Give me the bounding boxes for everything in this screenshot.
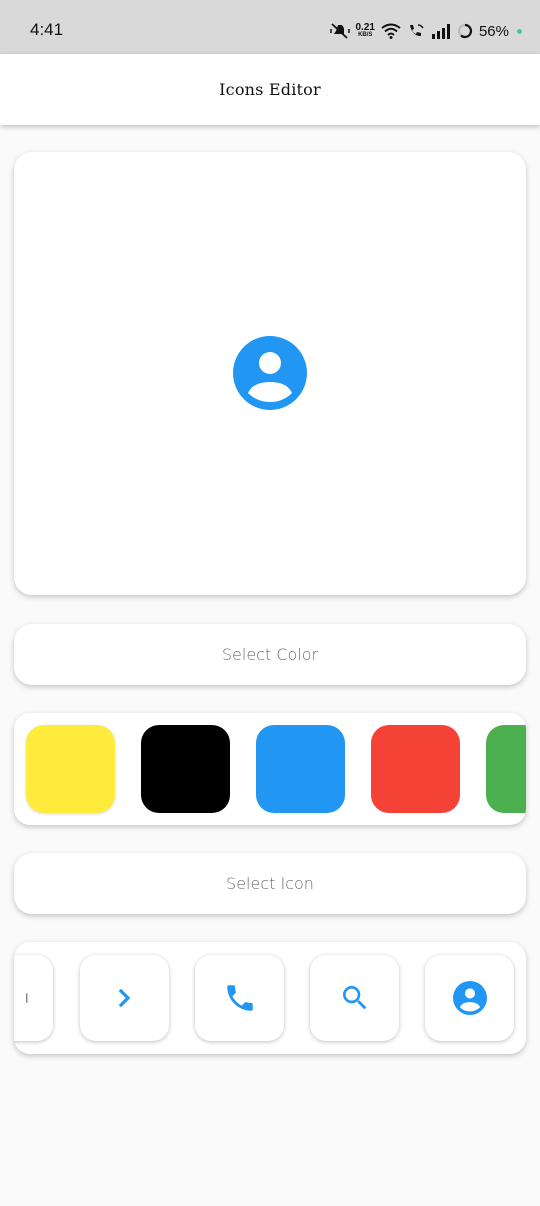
status-icons: 0.21 KB/S 56% [329, 18, 522, 44]
icon-tile-account[interactable] [425, 955, 514, 1041]
status-bar: 4:41 0.21 KB/S 56% [0, 0, 540, 54]
search-icon [342, 986, 366, 1010]
select-icon-label: Select Icon [226, 874, 314, 893]
wifi-call-icon [409, 24, 424, 36]
select-icon-button[interactable]: Select Icon [14, 853, 526, 914]
account-circle-icon [452, 981, 487, 1015]
page-title: Icons Editor [219, 80, 321, 99]
icon-tile-partial[interactable] [14, 955, 53, 1041]
wifi-icon [381, 23, 401, 39]
color-swatch-blue[interactable] [256, 725, 345, 813]
icon-tile-phone[interactable] [195, 955, 284, 1041]
color-swatch-list[interactable] [14, 713, 526, 825]
color-swatch-red[interactable] [371, 725, 460, 813]
signal-icon [431, 23, 450, 39]
account-circle-icon [233, 336, 307, 410]
icon-option-list[interactable] [14, 942, 526, 1054]
select-color-label: Select Color [221, 645, 319, 664]
net-speed-unit: KB/S [358, 32, 373, 38]
status-time: 4:41 [30, 20, 64, 39]
net-speed: 0.21 KB/S [356, 23, 375, 39]
app-bar: Icons Editor [0, 54, 540, 125]
battery-percent: 56% [478, 22, 509, 40]
phone-icon [226, 985, 253, 1011]
color-swatch-black[interactable] [141, 725, 230, 813]
partial-icon [26, 993, 28, 1003]
color-swatch-yellow[interactable] [26, 725, 115, 813]
mute-vibrate-icon [329, 23, 350, 39]
color-swatch-green[interactable] [486, 725, 526, 813]
battery-ring-icon [457, 23, 473, 39]
charging-dot [517, 28, 522, 34]
select-color-button[interactable]: Select Color [14, 624, 526, 685]
chevron-right-icon [118, 988, 130, 1008]
icon-tile-chevron[interactable] [80, 955, 169, 1041]
icon-tile-search[interactable] [310, 955, 399, 1041]
icon-preview-card [14, 152, 526, 595]
